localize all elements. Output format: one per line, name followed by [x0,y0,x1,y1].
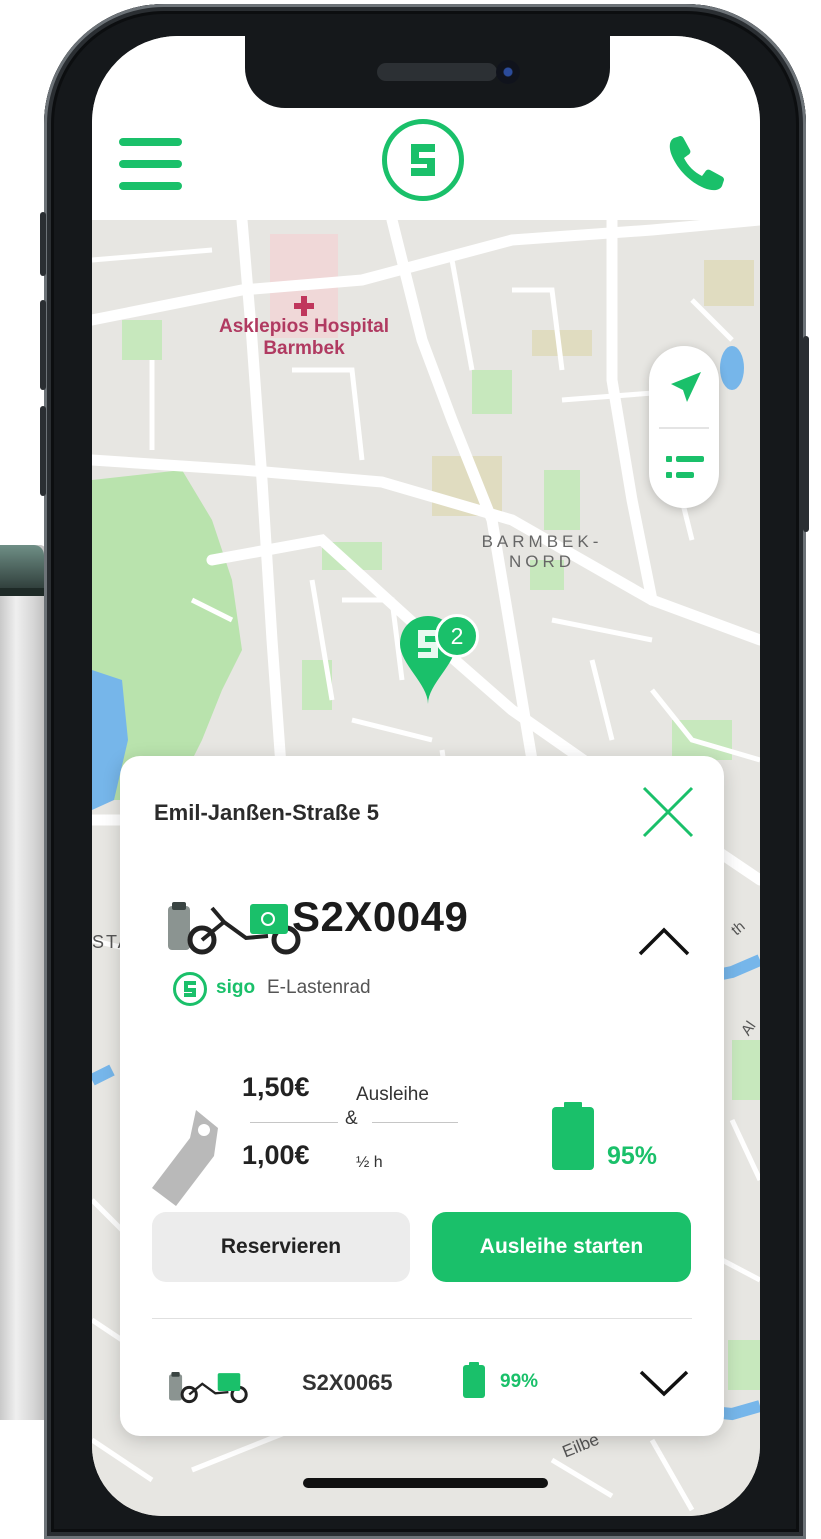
vehicle-brand: sigo [216,977,256,998]
chevron-up-icon[interactable] [636,922,692,958]
phone-power-button [803,336,809,532]
phone-call-icon[interactable] [666,132,728,194]
poi-name-line-1: Asklepios Hospital [219,316,389,337]
price-divider-right [372,1122,458,1123]
poi-name-line-2: Barmbek [263,338,345,359]
map-poi-hospital-label[interactable]: Asklepios Hospital Barmbek [204,316,404,360]
app-screen: Asklepios Hospital Barmbek BARMBEK- NORD… [92,36,760,1516]
phone-volume-up-button [40,300,46,390]
hamburger-menu-icon[interactable] [119,138,182,190]
reserve-button[interactable]: Reservieren [152,1212,410,1282]
sigo-brand-icon [173,972,207,1006]
battery-percentage: 99% [500,1371,539,1392]
map-controls-divider [659,427,709,429]
half-hour-price: 1,00€ [242,1140,310,1170]
close-icon[interactable] [640,784,696,840]
rental-price-label: Ausleihe [356,1084,429,1105]
half-hour-price-label: ½ h [356,1154,383,1171]
pillar-cap [0,545,44,591]
pillar-band [0,588,44,596]
district-line-1: BARMBEK- [481,532,603,551]
phone-speaker [377,63,497,81]
sigo-logo-icon[interactable] [382,119,464,201]
district-line-2: NORD [508,552,576,571]
price-joiner: & [345,1108,358,1129]
vehicle-id: S2X0049 [292,893,469,940]
start-rental-button[interactable]: Ausleihe starten [432,1212,691,1282]
home-indicator[interactable] [303,1478,548,1488]
battery-icon [463,1362,485,1398]
chevron-down-icon[interactable] [638,1368,690,1398]
vehicle-list-divider [152,1318,692,1319]
front-camera [496,60,520,84]
vehicle-type: E-Lastenrad [267,977,371,998]
battery-icon [552,1102,594,1170]
battery-percentage: 95% [607,1142,658,1170]
station-address: Emil-Janßen-Straße 5 [154,800,379,825]
price-tag-icon [152,1110,218,1206]
phone-side-button [40,212,46,276]
rental-price: 1,50€ [242,1072,310,1102]
background-charging-pillar [0,545,46,1420]
navigation-arrow-icon[interactable] [667,370,703,406]
list-icon[interactable] [666,454,704,482]
phone-volume-down-button [40,406,46,496]
cargo-bike-icon [168,902,301,955]
map-district-label: BARMBEK- NORD [462,532,622,572]
price-divider-left [250,1122,338,1123]
cargo-bike-icon [169,1371,248,1404]
station-vehicle-count-badge: 2 [435,614,479,658]
hospital-cross-icon [294,296,314,316]
station-detail-card: Emil-Janßen-Straße 5 S2X0049 sigo E-Last… [120,756,724,1436]
map-controls [649,346,719,508]
vehicle-id[interactable]: S2X0065 [302,1370,393,1396]
